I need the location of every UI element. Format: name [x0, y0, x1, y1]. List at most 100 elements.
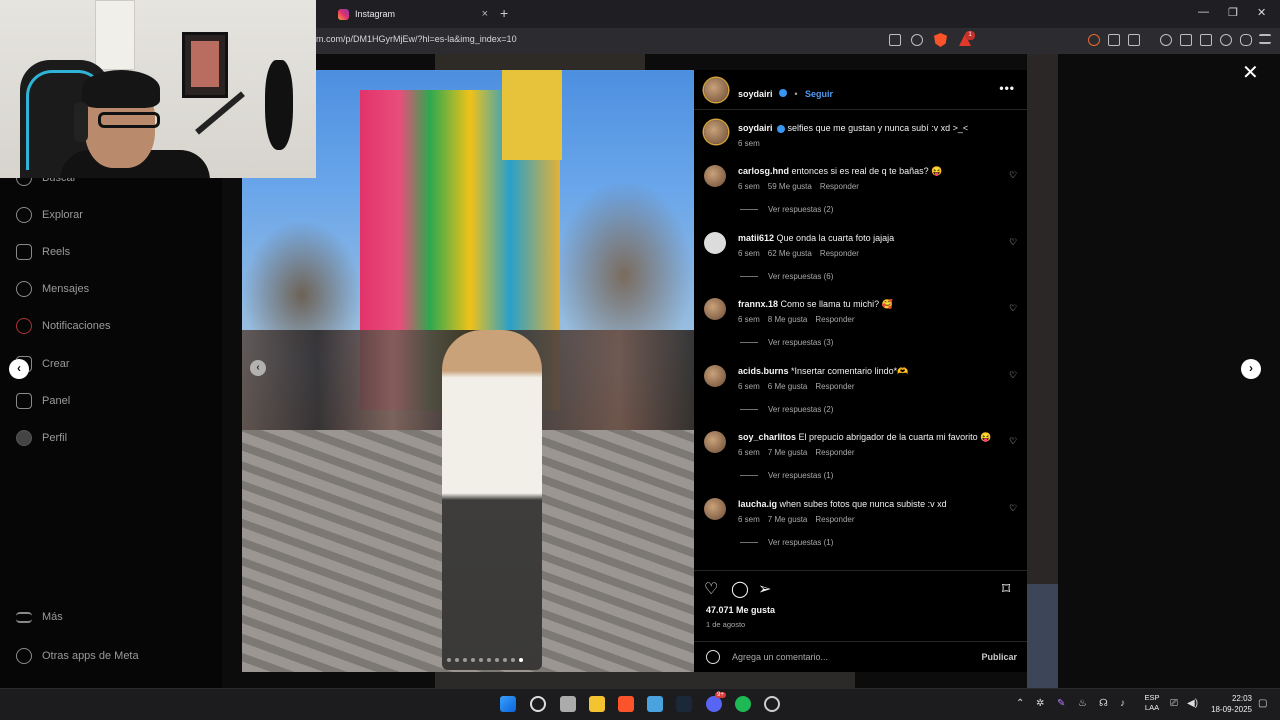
reply-button[interactable]: Responder [815, 382, 854, 391]
wallet-icon[interactable] [1200, 34, 1212, 46]
author-username[interactable]: soydairi [738, 89, 773, 99]
steam-icon[interactable] [676, 696, 692, 712]
share-icon[interactable]: ➢ [758, 579, 771, 599]
window-close-button[interactable]: ✕ [1257, 6, 1266, 19]
caption-username[interactable]: soydairi [738, 123, 773, 133]
comment-like-icon[interactable]: ♡ [1009, 237, 1017, 248]
tray-app-icon[interactable]: ✲ [1036, 698, 1044, 709]
discord-icon[interactable] [706, 696, 722, 712]
file-explorer-icon[interactable] [589, 696, 605, 712]
sidebar-item-mas[interactable]: Más [16, 611, 63, 623]
tray-steam-icon[interactable]: ♨ [1078, 698, 1087, 709]
comment-likes[interactable]: 6 Me gusta [768, 382, 808, 391]
comment-username[interactable]: acids.burns [738, 366, 789, 376]
screenshot-icon[interactable] [1128, 34, 1140, 46]
view-replies-button[interactable]: Ver respuestas (2) [740, 405, 833, 414]
notifications-icon[interactable]: ▢ [1258, 698, 1267, 709]
reply-button[interactable]: Responder [820, 249, 859, 258]
tab-close-icon[interactable]: × [482, 8, 488, 20]
tray-pen-icon[interactable]: ✎ [1057, 698, 1065, 709]
comment-input[interactable]: Agrega un comentario... [732, 652, 828, 662]
sidebar-item-meta-apps[interactable]: Otras apps de Meta [16, 648, 139, 664]
reply-button[interactable]: Responder [815, 448, 854, 457]
cast-icon[interactable] [889, 34, 901, 46]
view-replies-button[interactable]: Ver respuestas (1) [740, 538, 833, 547]
comment-username[interactable]: matii612 [738, 233, 774, 243]
like-count[interactable]: 47.071 Me gusta [706, 605, 775, 615]
view-replies-button[interactable]: Ver respuestas (3) [740, 338, 833, 347]
comment-icon[interactable]: ◯ [731, 579, 749, 599]
system-clock[interactable]: 22:03 18-09-2025 [1208, 693, 1252, 715]
url-field[interactable]: m.com/p/DM1HGyrMjEw/?hl=es-la&img_index=… [316, 34, 517, 44]
extension-fire-icon[interactable] [1088, 34, 1100, 46]
sidebar-item-notificaciones[interactable]: Notificaciones [16, 318, 110, 334]
comment-like-icon[interactable]: ♡ [1009, 303, 1017, 314]
obs-icon[interactable] [764, 696, 780, 712]
comment-username[interactable]: carlosg.hnd [738, 166, 789, 176]
view-replies-button[interactable]: Ver respuestas (1) [740, 471, 833, 480]
language-indicator[interactable]: ESP LAA [1142, 693, 1162, 713]
sidebar-item-reels[interactable]: Reels [16, 244, 70, 260]
spotify-icon[interactable] [735, 696, 751, 712]
comment-likes[interactable]: 59 Me gusta [768, 182, 812, 191]
commenter-avatar[interactable] [704, 298, 726, 320]
task-view-icon[interactable] [560, 696, 576, 712]
comment-likes[interactable]: 8 Me gusta [768, 315, 808, 324]
sidebar-item-perfil[interactable]: Perfil [16, 430, 67, 446]
photos-icon[interactable] [647, 696, 663, 712]
music-icon[interactable] [1160, 34, 1172, 46]
sidebar-item-explorar[interactable]: Explorar [16, 207, 83, 223]
comment-like-icon[interactable]: ♡ [1009, 503, 1017, 514]
new-tab-button[interactable]: + [500, 5, 508, 21]
commenter-avatar[interactable] [704, 231, 726, 254]
share-icon[interactable] [911, 34, 923, 46]
comment-username[interactable]: frannx.18 [738, 299, 778, 309]
minimize-button[interactable]: — [1198, 6, 1209, 18]
commenter-avatar[interactable] [704, 364, 726, 387]
reply-button[interactable]: Responder [820, 182, 859, 191]
emoji-icon[interactable] [706, 650, 720, 664]
network-icon[interactable]: ⎚ [1170, 698, 1178, 709]
browser-menu-icon[interactable] [1259, 34, 1271, 44]
comment-likes[interactable]: 7 Me gusta [768, 448, 808, 457]
leo-ai-icon[interactable] [1220, 34, 1232, 46]
author-avatar[interactable] [704, 78, 728, 102]
close-modal-icon[interactable]: ✕ [1242, 60, 1259, 85]
caption-avatar[interactable] [704, 120, 728, 144]
start-icon[interactable] [500, 696, 516, 712]
comment-username[interactable]: soy_charlitos [738, 432, 796, 442]
comment-likes[interactable]: 62 Me gusta [768, 249, 812, 258]
commenter-avatar[interactable] [704, 497, 726, 520]
reply-button[interactable]: Responder [815, 315, 854, 324]
follow-button[interactable]: Seguir [805, 89, 833, 99]
restore-button[interactable]: ❐ [1228, 6, 1238, 19]
commenter-avatar[interactable] [704, 165, 726, 187]
view-replies-button[interactable]: Ver respuestas (2) [740, 205, 833, 214]
reply-button[interactable]: Responder [815, 515, 854, 524]
commenter-avatar[interactable] [704, 431, 726, 453]
comment-likes[interactable]: 7 Me gusta [768, 515, 808, 524]
publish-button[interactable]: Publicar [981, 652, 1017, 662]
tray-mic-icon[interactable]: ♪ [1120, 698, 1125, 709]
comment-username[interactable]: laucha.ig [738, 499, 777, 509]
prev-post-button[interactable]: ‹ [9, 359, 29, 379]
sidebar-item-panel[interactable]: Panel [16, 393, 70, 409]
comment-like-icon[interactable]: ♡ [1009, 436, 1017, 447]
volume-icon[interactable]: ◀) [1187, 698, 1198, 709]
brave-taskbar-icon[interactable] [618, 696, 634, 712]
search-icon[interactable] [530, 696, 546, 712]
tray-headset-icon[interactable]: ☊ [1099, 698, 1108, 709]
save-icon[interactable]: ⌑ [1002, 579, 1010, 599]
view-replies-button[interactable]: Ver respuestas (6) [740, 272, 833, 281]
comment-like-icon[interactable]: ♡ [1009, 370, 1017, 381]
tray-chevron-icon[interactable]: ⌃ [1016, 698, 1024, 709]
vpn-icon[interactable] [1240, 34, 1252, 46]
more-options-icon[interactable]: ••• [999, 81, 1015, 95]
like-icon[interactable]: ♡ [704, 579, 718, 599]
photo-prev-button[interactable]: ‹ [250, 360, 266, 376]
sidebar-toggle-icon[interactable] [1180, 34, 1192, 46]
sidebar-item-mensajes[interactable]: Mensajes [16, 281, 89, 297]
extensions-icon[interactable] [1108, 34, 1120, 46]
comment-like-icon[interactable]: ♡ [1009, 170, 1017, 181]
tab-instagram[interactable]: Instagram × [328, 3, 498, 25]
